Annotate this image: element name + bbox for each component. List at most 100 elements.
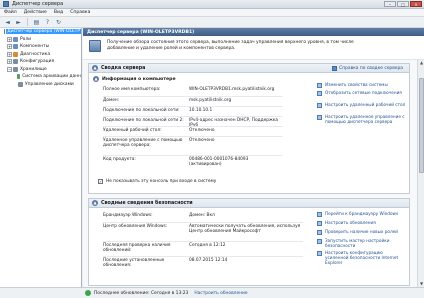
window-title: Диспетчер сервера <box>12 1 64 7</box>
tree-item-label: Диспетчер сервера (WIN-OLETP <box>6 29 81 35</box>
tree-item-label: Компоненты <box>20 44 50 50</box>
expand-icon[interactable]: − <box>7 66 12 72</box>
security-task-link[interactable]: Проверить наличие новых ролей <box>317 229 407 235</box>
tree-item[interactable]: + Конфигурация <box>0 58 81 66</box>
security-section: ▲ Сводные сведения безопасности Брандмау… <box>88 198 410 286</box>
tree-item[interactable]: Система архивации данн <box>0 73 81 81</box>
server-manager-icon <box>3 1 9 7</box>
intro-panel: Получение обзора состояния этого сервера… <box>83 36 424 60</box>
security-task-link[interactable]: Запустить мастер настройки безопасности <box>317 238 407 248</box>
info-value: WIN-OLETP3VRDB1.msk.pyatilistnik.org <box>189 87 275 92</box>
tree-item[interactable]: + Диагностика <box>0 51 81 59</box>
computer-info-title: Информация о компьютере <box>102 76 176 82</box>
menu-bar: Файл Действие Вид Справка <box>0 9 424 17</box>
tree-item[interactable]: Управление дисками <box>0 81 81 89</box>
task-link[interactable]: Отобразить сетевые подключения <box>317 90 407 96</box>
computer-info-header[interactable]: ▲ Информация о компьютере <box>93 76 176 82</box>
scroll-up-icon[interactable]: ▲ <box>418 60 424 66</box>
task-link-label: Настроить удаленный рабочий стол <box>325 102 406 107</box>
collapse-icon[interactable]: ▲ <box>92 200 98 206</box>
task-icon <box>317 102 322 108</box>
maximize-button[interactable]: □ <box>397 1 409 7</box>
tree-node-icon <box>13 36 18 42</box>
task-icon <box>317 250 322 256</box>
task-link[interactable]: Изменить свойства системы <box>317 82 407 88</box>
tree-item-label: Роли <box>20 36 31 42</box>
security-label: Последняя проверка наличия обновлений: <box>103 243 171 253</box>
collapse-icon[interactable]: ▲ <box>92 65 98 71</box>
back-icon[interactable]: ◄ <box>3 18 12 26</box>
row-divider <box>103 106 283 107</box>
tree-node-icon <box>18 81 23 87</box>
info-value: msk.pyatilistnik.org <box>189 98 232 103</box>
forward-icon[interactable]: ► <box>14 18 23 26</box>
summary-help-link[interactable]: Справка по сводке сервера <box>332 66 403 71</box>
tree-item[interactable]: Диспетчер сервера (WIN-OLETP <box>0 28 81 36</box>
console-tree: Диспетчер сервера (WIN-OLETP + Роли + Компон… <box>0 28 82 287</box>
row-divider <box>103 136 283 137</box>
task-icon <box>317 211 322 217</box>
task-link-label: Отобразить сетевые подключения <box>325 90 402 95</box>
dont-show-label: Не показывать эту консоль при входе в си… <box>106 179 217 184</box>
minimize-button[interactable]: – <box>384 1 396 7</box>
security-value: Домен: Вкл <box>189 213 215 218</box>
menu-action[interactable]: Действие <box>24 10 47 15</box>
expand-icon[interactable]: + <box>7 59 12 65</box>
row-divider <box>103 116 283 117</box>
tree-item-label: Диагностика <box>20 51 51 57</box>
info-label: Код продукта: <box>103 157 136 162</box>
server-summary-header[interactable]: ▲ Сводка сервера Справка по сводке серве… <box>89 64 409 73</box>
configure-refresh-link[interactable]: Настроить обновление <box>194 291 247 296</box>
row-divider <box>103 126 283 127</box>
menu-file[interactable]: Файл <box>4 10 17 15</box>
info-label: Полное имя компьютера: <box>103 87 161 92</box>
expand-icon[interactable]: + <box>7 36 12 42</box>
task-icon <box>317 229 322 235</box>
task-link-label: Запустить мастер настройки безопасности <box>325 238 390 248</box>
tree-item[interactable]: + Роли <box>0 36 81 44</box>
info-label: Подключение по локальной сети 2: <box>103 118 184 123</box>
intro-text: Получение обзора состояния этого сервера… <box>107 40 354 51</box>
summary-help-label: Справка по сводке сервера <box>339 66 403 71</box>
task-icon <box>317 90 322 96</box>
collapse-icon[interactable]: ▲ <box>93 76 99 82</box>
security-task-link[interactable]: Настроить конфигурацию усиленной безопас… <box>317 250 407 265</box>
row-divider <box>103 96 283 97</box>
content-header: Диспетчер сервера (WIN-OLETP3VRDB1) <box>83 28 424 36</box>
help-icon[interactable]: ? <box>43 18 52 26</box>
security-task-link[interactable]: Перейти к брандмауэру Windows <box>317 211 407 217</box>
refresh-icon[interactable]: ↻ <box>54 18 63 26</box>
security-value: Сегодня в 12:12 <box>189 243 226 248</box>
security-task-link[interactable]: Настроить обновления <box>317 220 407 226</box>
info-value: 00486-001-0001076-84093 (активирован) <box>189 157 249 167</box>
tree-node-icon <box>13 51 18 57</box>
info-label: Удаленный рабочий стол: <box>103 128 162 133</box>
info-value: Отключено <box>189 138 215 143</box>
security-value: 08.07.2015 12:14 <box>189 258 228 263</box>
task-link-label: Настроить обновления <box>325 220 376 225</box>
dont-show-checkbox[interactable]: ✓ <box>98 179 103 184</box>
close-button[interactable]: × <box>410 1 422 7</box>
help-icon <box>332 66 338 71</box>
security-label: Центр обновления Windows: <box>103 224 168 229</box>
server-summary-title: Сводка сервера <box>101 65 146 71</box>
tree-item[interactable]: − Хранилище <box>0 66 81 74</box>
console-tree-icon[interactable]: ▤ <box>32 18 41 26</box>
task-link[interactable]: Настроить удаленное управление с помощью… <box>317 114 407 124</box>
info-label: Домен: <box>103 98 120 103</box>
menu-help[interactable]: Справка <box>70 10 90 15</box>
tree-node-icon <box>13 66 18 72</box>
expand-icon[interactable]: + <box>7 51 12 57</box>
tree-item[interactable]: + Компоненты <box>0 43 81 51</box>
expand-icon[interactable]: + <box>7 44 12 50</box>
security-title: Сводные сведения безопасности <box>101 200 193 206</box>
tree-node-icon <box>3 29 5 35</box>
security-label: Брандмауэр Windows: <box>103 213 153 218</box>
scroll-area: ▲ Сводка сервера Справка по сводке серве… <box>83 60 417 287</box>
menu-view[interactable]: Вид <box>54 10 63 15</box>
vertical-scrollbar[interactable]: ▲ ▼ <box>417 60 424 287</box>
task-link-label: Настроить удаленное управление с помощью… <box>325 114 405 124</box>
scroll-thumb[interactable] <box>419 78 424 173</box>
security-header[interactable]: ▲ Сводные сведения безопасности <box>89 199 409 208</box>
task-link[interactable]: Настроить удаленный рабочий стол <box>317 102 407 108</box>
